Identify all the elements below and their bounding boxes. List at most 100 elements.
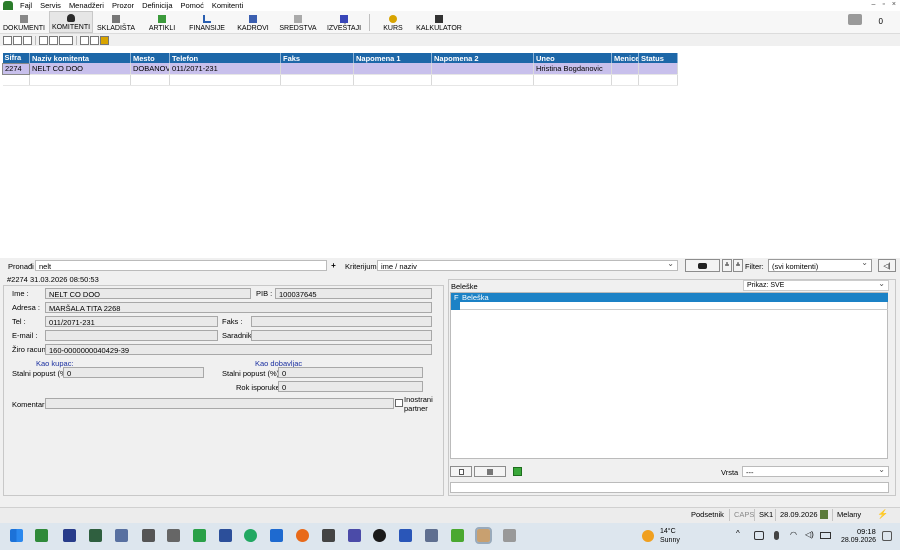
calendar-icon[interactable]: [820, 510, 828, 519]
note-row-marker[interactable]: [451, 302, 460, 310]
note-text-input[interactable]: [450, 482, 889, 493]
col-uneo[interactable]: Uneo: [533, 53, 612, 63]
col-menice[interactable]: Menice: [611, 53, 639, 63]
prikaz-select[interactable]: Prikaz: SVE: [743, 280, 889, 291]
cell-naziv[interactable]: NELT CO DOO: [29, 63, 131, 75]
popust-dob-field[interactable]: 0: [278, 367, 423, 378]
refresh-icon[interactable]: [80, 36, 89, 45]
battery-icon[interactable]: [820, 532, 831, 539]
restore-button[interactable]: ▫: [882, 1, 884, 8]
podsetnik-status[interactable]: Podsetnik: [691, 510, 724, 519]
komentar-field[interactable]: [45, 398, 394, 409]
app-icon-4[interactable]: [115, 529, 128, 542]
app-icon-13[interactable]: [348, 529, 361, 542]
ziro-field[interactable]: 160-0000000040429-39: [45, 344, 432, 355]
cell-faks[interactable]: [280, 63, 354, 75]
export-icon[interactable]: [100, 36, 109, 45]
toolbar-finansije[interactable]: FINANSIJE: [188, 11, 226, 33]
delete-icon[interactable]: [23, 36, 32, 45]
pib-field[interactable]: 100037645: [275, 288, 432, 299]
menu-fajl[interactable]: Fajl: [16, 1, 36, 10]
app-icon-12[interactable]: [322, 529, 335, 542]
saradnik-field[interactable]: [251, 330, 432, 341]
side-panel-button[interactable]: ◁|: [878, 259, 896, 272]
add-note-icon[interactable]: [513, 467, 522, 476]
inostrani-checkbox[interactable]: [395, 399, 403, 407]
binoculars-button[interactable]: [685, 259, 720, 272]
toolbar-sredstva[interactable]: SREDSTVA: [279, 11, 317, 33]
app-icon-1[interactable]: [35, 529, 48, 542]
popust-kupac-field[interactable]: 0: [63, 367, 204, 378]
adresa-field[interactable]: MARŠALA TITA 2268: [45, 302, 432, 313]
weather-icon[interactable]: [642, 530, 654, 542]
note-row[interactable]: [460, 302, 888, 310]
toolbar-kadrovi[interactable]: KADROVI: [236, 11, 270, 33]
clock-time[interactable]: 09:18: [857, 527, 876, 536]
sort-desc-button[interactable]: ≙: [733, 259, 743, 272]
close-button[interactable]: ×: [892, 1, 896, 8]
clock-date[interactable]: 28.09.2026: [841, 537, 876, 544]
app-icon-15[interactable]: [399, 529, 412, 542]
col-status[interactable]: Status: [638, 53, 678, 63]
tray-chevron-icon[interactable]: ^: [736, 529, 740, 538]
active-app-icon[interactable]: [475, 527, 492, 544]
cell-telefon[interactable]: 011/2071-231: [169, 63, 281, 75]
app-icon-2[interactable]: [63, 529, 76, 542]
new-icon[interactable]: [3, 36, 12, 45]
menu-menadzeri[interactable]: Menadžeri: [65, 1, 108, 10]
col-naziv[interactable]: Naziv komitenta: [29, 53, 131, 63]
app-icon-8[interactable]: [219, 529, 232, 542]
app-icon-6[interactable]: [167, 529, 180, 542]
criteria-select[interactable]: ime / naziv: [377, 260, 678, 271]
toolbar-izvestaji[interactable]: IZVEŠTAJI: [325, 11, 363, 33]
save-icon[interactable]: [49, 36, 58, 45]
menu-komitenti[interactable]: Komitenti: [208, 1, 247, 10]
tel-field[interactable]: 011/2071-231: [45, 316, 218, 327]
menu-definicija[interactable]: Definicija: [138, 1, 176, 10]
table-row[interactable]: 2274 NELT CO DOO DOBANOV 011/2071-231 Hr…: [2, 62, 678, 75]
app-icon-3[interactable]: [89, 529, 102, 542]
app-icon-5[interactable]: [142, 529, 155, 542]
app-icon-9[interactable]: [244, 529, 257, 542]
microphone-icon[interactable]: [774, 531, 779, 540]
col-napomena2[interactable]: Napomena 2: [431, 53, 534, 63]
table-icon[interactable]: [90, 36, 99, 45]
chat-icon[interactable]: [848, 14, 862, 25]
save-note-button[interactable]: [474, 466, 506, 477]
email-field[interactable]: [45, 330, 218, 341]
app-icon-7[interactable]: [193, 529, 206, 542]
firefox-icon[interactable]: [296, 529, 309, 542]
print-icon[interactable]: [59, 36, 73, 45]
toolbar-kurs[interactable]: KURS: [380, 11, 406, 33]
faks-field[interactable]: [251, 316, 432, 327]
sync-icon[interactable]: [754, 531, 764, 540]
toolbar-artikli[interactable]: ARTIKLI: [146, 11, 178, 33]
toolbar-kalkulator[interactable]: KALKULATOR: [415, 11, 463, 33]
connection-icon[interactable]: ⚡: [877, 509, 888, 519]
search-input[interactable]: nelt: [35, 260, 327, 271]
menu-pomoc[interactable]: Pomoć: [177, 1, 208, 10]
new-note-button[interactable]: [450, 466, 472, 477]
cell-mesto[interactable]: DOBANOV: [130, 63, 170, 75]
app-icon-19[interactable]: [503, 529, 516, 542]
cell-status[interactable]: [638, 63, 678, 75]
cell-uneo[interactable]: Hristina Bogdanovic: [533, 63, 612, 75]
edit-icon[interactable]: [39, 36, 48, 45]
col-faks[interactable]: Faks: [280, 53, 354, 63]
sort-asc-button[interactable]: ≚: [722, 259, 732, 272]
app-icon-10[interactable]: [270, 529, 283, 542]
add-criteria-button[interactable]: +: [328, 260, 339, 271]
app-icon-17[interactable]: [451, 529, 464, 542]
ime-field[interactable]: NELT CO DOO: [45, 288, 251, 299]
volume-icon[interactable]: ◁): [805, 530, 814, 539]
menu-servis[interactable]: Servis: [36, 1, 65, 10]
minimize-button[interactable]: –: [872, 1, 876, 8]
toolbar-komitenti[interactable]: KOMITENTI: [49, 11, 93, 33]
col-mesto[interactable]: Mesto: [130, 53, 170, 63]
toolbar-skladista[interactable]: SKLADIŠTA: [95, 11, 137, 33]
cell-sifra[interactable]: 2274: [2, 62, 30, 75]
col-napomena1[interactable]: Napomena 1: [353, 53, 432, 63]
col-sifra[interactable]: Sifra: [2, 53, 30, 63]
toolbar-dokumenti[interactable]: DOKUMENTI: [2, 11, 46, 33]
copy-icon[interactable]: [13, 36, 22, 45]
